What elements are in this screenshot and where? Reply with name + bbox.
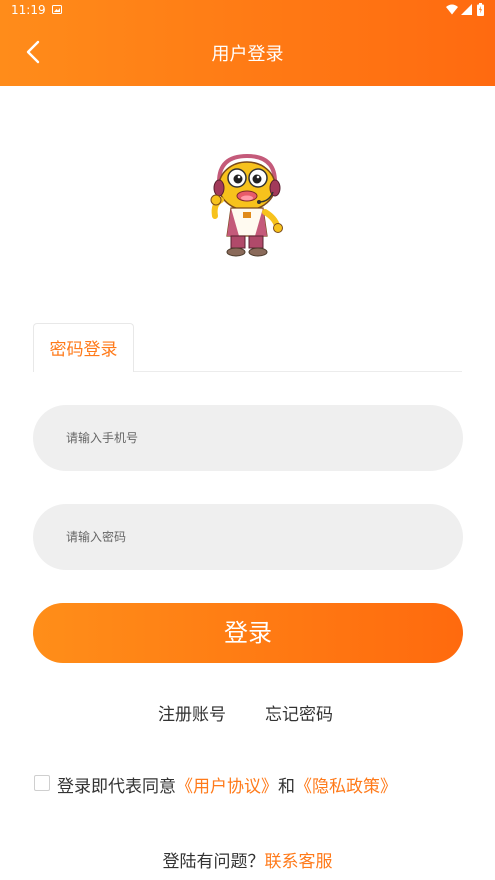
login-screen: 11:19 用户登录 密码登录 请输入手机号 登录 注册账号 忘记密码 登录即代… xyxy=(0,0,495,880)
agreement-prefix: 登录即代表同意 xyxy=(57,777,176,797)
agreement-and: 和 xyxy=(278,777,295,797)
phone-field-container xyxy=(33,405,463,471)
agreement-text: 登录即代表同意《用户协议》和《隐私政策》 xyxy=(57,772,397,797)
privacy-policy-link[interactable]: 《隐私政策》 xyxy=(295,777,397,797)
help-question: 登陆有问题？ xyxy=(162,852,265,872)
register-link[interactable]: 注册账号 xyxy=(158,700,226,725)
phone-input[interactable] xyxy=(66,405,446,471)
page-title: 用户登录 xyxy=(211,44,284,65)
help-row: 登陆有问题？联系客服 xyxy=(0,847,495,872)
tab-password-login[interactable]: 密码登录 xyxy=(33,323,134,372)
tab-divider xyxy=(134,371,462,372)
status-bar: 11:19 xyxy=(0,0,495,20)
notification-icon xyxy=(52,5,62,14)
user-agreement-link[interactable]: 《用户协议》 xyxy=(176,777,278,797)
status-time: 11:19 xyxy=(11,3,46,17)
contact-support-link[interactable]: 联系客服 xyxy=(265,852,333,872)
password-input[interactable] xyxy=(66,504,446,570)
login-button[interactable]: 登录 xyxy=(33,603,463,663)
mascot-image xyxy=(210,153,283,257)
agreement-checkbox[interactable] xyxy=(34,775,50,791)
forgot-password-link[interactable]: 忘记密码 xyxy=(265,700,333,725)
battery-icon xyxy=(477,3,484,16)
signal-icon xyxy=(461,4,472,15)
password-field-container xyxy=(33,504,463,570)
wifi-icon xyxy=(446,4,458,15)
header-bar: 11:19 用户登录 xyxy=(0,0,495,86)
